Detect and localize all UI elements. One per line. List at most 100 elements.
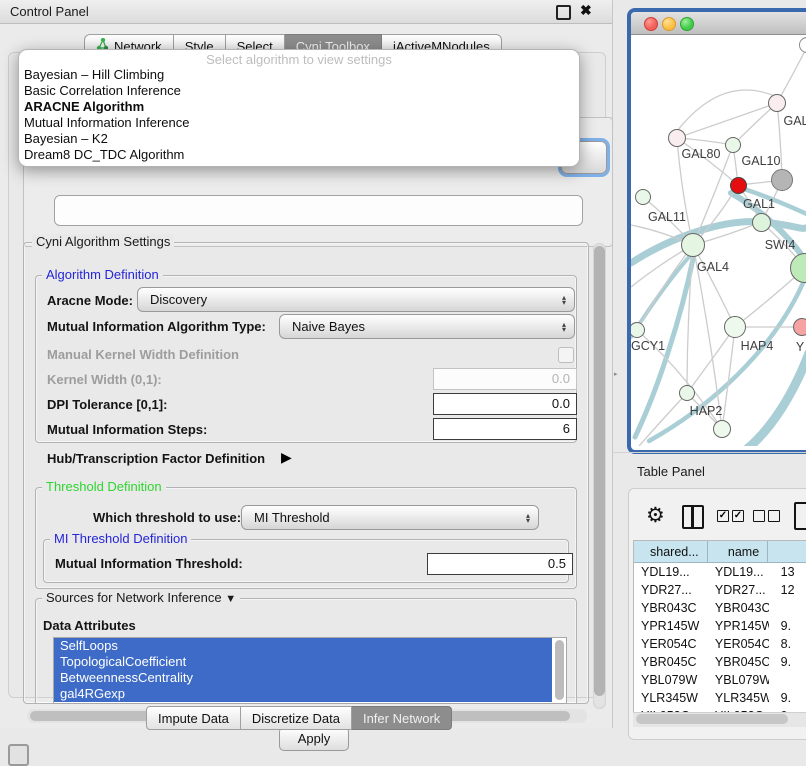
tab-infer-network[interactable]: Infer Network	[352, 706, 452, 730]
dropdown-item[interactable]: ARACNE Algorithm	[19, 99, 579, 115]
close-icon[interactable]: ✖	[580, 2, 592, 19]
table-row[interactable]: YBL079WYBL079W	[634, 671, 806, 689]
table-cell: YBR043C	[708, 601, 769, 615]
attribute-item[interactable]: gal4RGexp	[54, 686, 552, 702]
node-label: HAP4	[741, 339, 774, 353]
table-cell: YLR345W	[708, 691, 769, 705]
network-node-gal1[interactable]	[730, 177, 747, 194]
mi-type-combo[interactable]: Naive Bayes ▴▾	[279, 314, 575, 339]
node-attribute-table[interactable]: shared...name YDL19...YDL19...13YDR27...…	[633, 540, 806, 714]
network-node-gal10[interactable]	[725, 137, 741, 153]
dropdown-item[interactable]: Dream8 DC_TDC Algorithm	[19, 147, 579, 163]
page-icon[interactable]	[794, 502, 806, 530]
cyni-mode-tabs: Impute Data Discretize Data Infer Network	[146, 706, 452, 730]
scrollbar-thumb[interactable]	[636, 714, 788, 724]
minimize-traffic-light-icon[interactable]	[662, 17, 676, 31]
expand-right-icon[interactable]: ▶	[281, 449, 292, 466]
group-title: Cyni Algorithm Settings	[32, 234, 174, 249]
table-cell: 9.	[769, 691, 806, 705]
gear-icon[interactable]: ⚙	[646, 503, 665, 528]
table-cell: YDL19...	[708, 565, 769, 579]
split-columns-icon[interactable]	[682, 505, 704, 529]
attribute-item[interactable]: SelfLoops	[54, 638, 552, 654]
dropdown-item[interactable]: Bayesian – K2	[19, 131, 579, 147]
which-threshold-combo[interactable]: MI Threshold ▴▾	[241, 505, 539, 530]
attribute-item[interactable]: BetweennessCentrality	[54, 670, 552, 686]
tab-label: Discretize Data	[252, 711, 340, 726]
network-node-gal80[interactable]	[668, 129, 686, 147]
kernel-width-label: Kernel Width (0,1):	[47, 372, 162, 387]
data-attributes-list[interactable]: SelfLoopsTopologicalCoefficientBetweenne…	[53, 637, 567, 704]
list-scrollbar[interactable]	[555, 640, 564, 700]
table-row[interactable]: YBR043CYBR043C	[634, 599, 806, 617]
dropdown-item[interactable]: Basic Correlation Inference	[19, 83, 579, 99]
network-node-gal4[interactable]	[681, 233, 705, 257]
apply-button[interactable]: Apply	[279, 727, 349, 751]
aracne-mode-label: Aracne Mode:	[47, 293, 133, 308]
zoom-traffic-light-icon[interactable]	[680, 17, 694, 31]
dropdown-placeholder: Select algorithm to view settings	[19, 52, 579, 67]
table-cell: YDR27...	[634, 583, 708, 597]
control-panel-titlebar[interactable]: Control Panel ✖	[0, 0, 612, 24]
network-node[interactable]	[713, 420, 731, 438]
table-row[interactable]: YPR145WYPR145W9.	[634, 617, 806, 635]
network-node-swi4[interactable]	[752, 213, 771, 232]
column-header[interactable]: shared...	[634, 541, 708, 563]
table-cell: YLR345W	[634, 691, 708, 705]
collapse-down-icon: ▼	[225, 593, 236, 605]
float-window-icon[interactable]	[556, 5, 571, 20]
network-node-gal[interactable]	[768, 94, 786, 112]
node-label: GAL80	[682, 147, 721, 161]
mi-steps-field[interactable]: 6	[433, 418, 577, 440]
table-cell: YER054C	[634, 637, 708, 651]
close-traffic-light-icon[interactable]	[644, 17, 658, 31]
attribute-item[interactable]: TopologicalCoefficient	[54, 654, 552, 670]
node-label: GAL	[783, 114, 806, 128]
node-label: Y	[796, 340, 804, 354]
network-node-y[interactable]	[793, 318, 806, 336]
tab-discretize-data[interactable]: Discretize Data	[241, 706, 352, 730]
scrollbar-thumb[interactable]	[594, 246, 605, 696]
unchecked-box-icon[interactable]	[753, 510, 765, 522]
sources-title-toggle[interactable]: Sources for Network Inference ▼	[42, 590, 240, 605]
dropdown-item[interactable]: Mutual Information Inference	[19, 115, 579, 131]
network-node-hap4[interactable]	[724, 316, 746, 338]
mi-threshold-label: Mutual Information Threshold:	[55, 556, 243, 571]
combo-stepper-icon: ▴▾	[562, 322, 566, 332]
table-row[interactable]: YDL19...YDL19...13	[634, 563, 806, 581]
network-canvas[interactable]: GALGAL80GAL10GAL1GAL11SWI4GAL4GCY1HAP4YH…	[631, 35, 806, 446]
table-cell: 8.	[769, 637, 806, 651]
mi-threshold-field[interactable]: 0.5	[427, 553, 573, 575]
panel-splitter-handle[interactable]: ▸	[614, 371, 619, 378]
table-cell: YPR145W	[634, 619, 708, 633]
aracne-mode-combo[interactable]: Discovery ▴▾	[137, 287, 575, 312]
tab-impute-data[interactable]: Impute Data	[146, 706, 241, 730]
network-node[interactable]	[771, 169, 793, 191]
dropdown-item[interactable]: Bayesian – Hill Climbing	[19, 67, 579, 83]
algorithm-dropdown-popup: Select algorithm to view settings Bayesi…	[18, 49, 580, 167]
checked-box-icon[interactable]: ✓	[717, 510, 729, 522]
checked-box-icon[interactable]: ✓	[732, 510, 744, 522]
minimized-panel-icon[interactable]	[8, 744, 29, 766]
manual-kernel-checkbox[interactable]	[558, 347, 574, 363]
dpi-tolerance-label: DPI Tolerance [0,1]:	[47, 397, 167, 412]
table-row[interactable]: YBR045CYBR045C9.	[634, 653, 806, 671]
unchecked-box-icon[interactable]	[768, 510, 780, 522]
dpi-tolerance-field[interactable]: 0.0	[433, 393, 577, 415]
hub-definition-toggle[interactable]: Hub/Transcription Factor Definition	[47, 451, 265, 466]
node-label: GAL10	[742, 154, 781, 168]
network-node-hap2[interactable]	[679, 385, 695, 401]
column-header[interactable]	[768, 541, 806, 563]
table-row[interactable]: YER054CYER054C8.	[634, 635, 806, 653]
table-row[interactable]: YDR27...YDR27...12	[634, 581, 806, 599]
column-header[interactable]: name	[708, 541, 769, 563]
table-row[interactable]: YLR345WYLR345W9.	[634, 689, 806, 707]
table-body: YDL19...YDL19...13YDR27...YDR27...12YBR0…	[634, 563, 806, 714]
network-window-titlebar[interactable]	[631, 12, 806, 35]
network-selector-combo-fragment[interactable]	[54, 195, 583, 226]
network-node-gal11[interactable]	[635, 189, 651, 205]
mi-type-label: Mutual Information Algorithm Type:	[47, 319, 266, 334]
node-label: GAL4	[697, 260, 729, 274]
kernel-width-field[interactable]: 0.0	[433, 368, 577, 390]
table-cell: YBL079W	[708, 673, 769, 687]
